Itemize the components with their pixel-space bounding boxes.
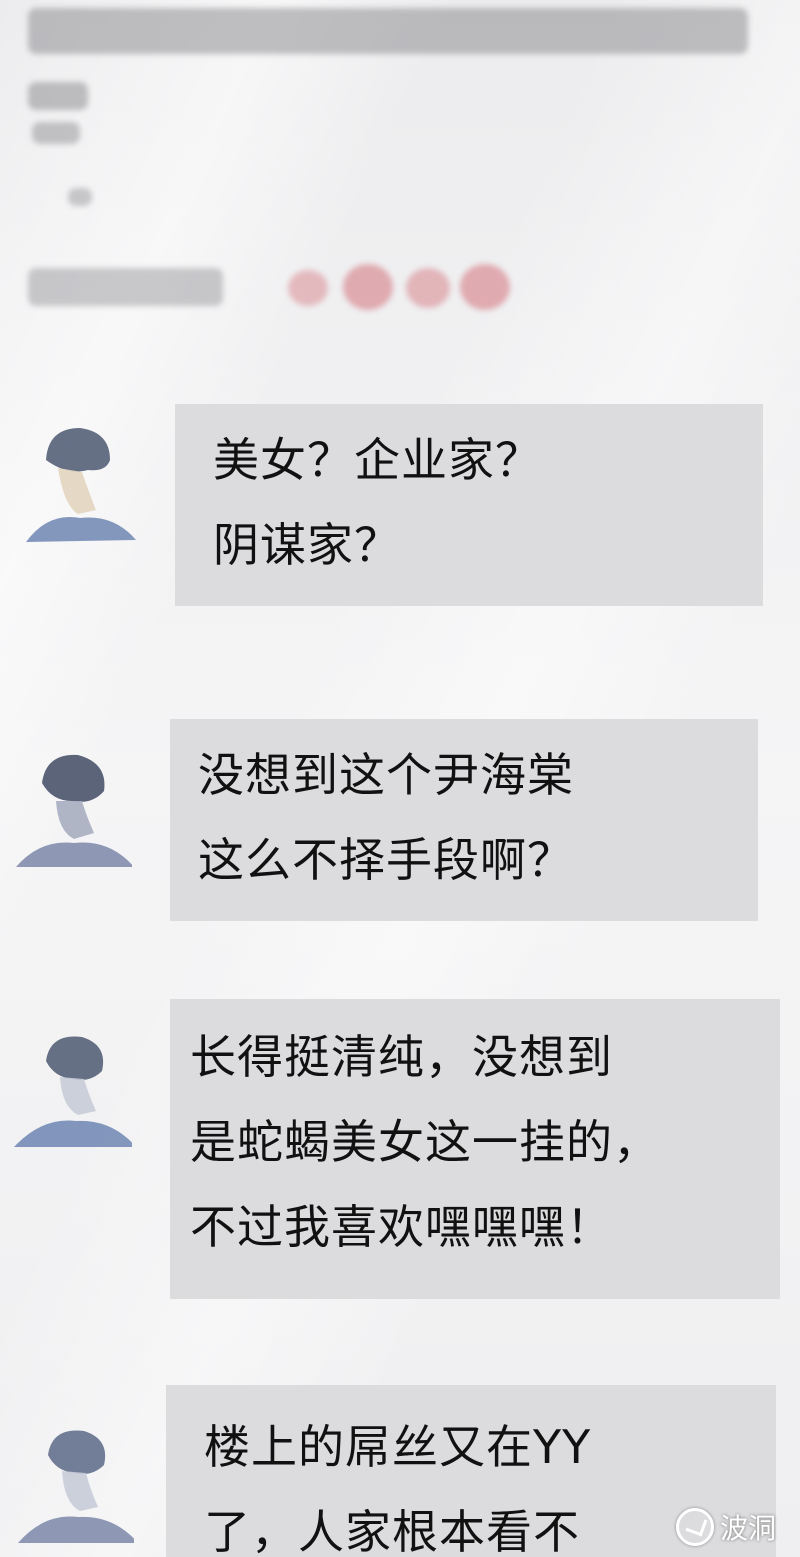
comment-text-line: 是蛇蝎美女这一挂的，: [190, 1115, 660, 1170]
user-avatar-icon[interactable]: [12, 1015, 136, 1155]
user-avatar-icon[interactable]: [12, 735, 134, 875]
watermark: 波洞: [675, 1507, 776, 1547]
user-avatar-icon[interactable]: [14, 1411, 138, 1551]
comment-text-line: 美女？企业家？: [213, 433, 542, 487]
comment-text-line: 了，人家根本看不: [204, 1505, 580, 1557]
comment-text-line: 阴谋家？: [213, 518, 401, 573]
comment-text-line: 没想到这个尹海棠: [198, 748, 574, 802]
comment-text-line: 这么不择手段啊？: [198, 833, 574, 888]
comment-bubble: 没想到这个尹海棠 这么不择手段啊？: [170, 719, 758, 921]
comment-text-line: 楼上的屌丝又在YY: [204, 1420, 592, 1474]
user-avatar-icon[interactable]: [18, 410, 138, 550]
comment-bubble: 长得挺清纯，没想到 是蛇蝎美女这一挂的， 不过我喜欢嘿嘿嘿！: [170, 999, 780, 1299]
comment-bubble: 美女？企业家？ 阴谋家？: [175, 404, 763, 606]
comment-text-line: 长得挺清纯，没想到: [190, 1030, 613, 1084]
comment-text-line: 不过我喜欢嘿嘿嘿！: [190, 1200, 613, 1255]
blurred-header-area: [28, 0, 800, 320]
watermark-text: 波洞: [719, 1512, 776, 1545]
bodong-logo-icon: [675, 1508, 714, 1546]
